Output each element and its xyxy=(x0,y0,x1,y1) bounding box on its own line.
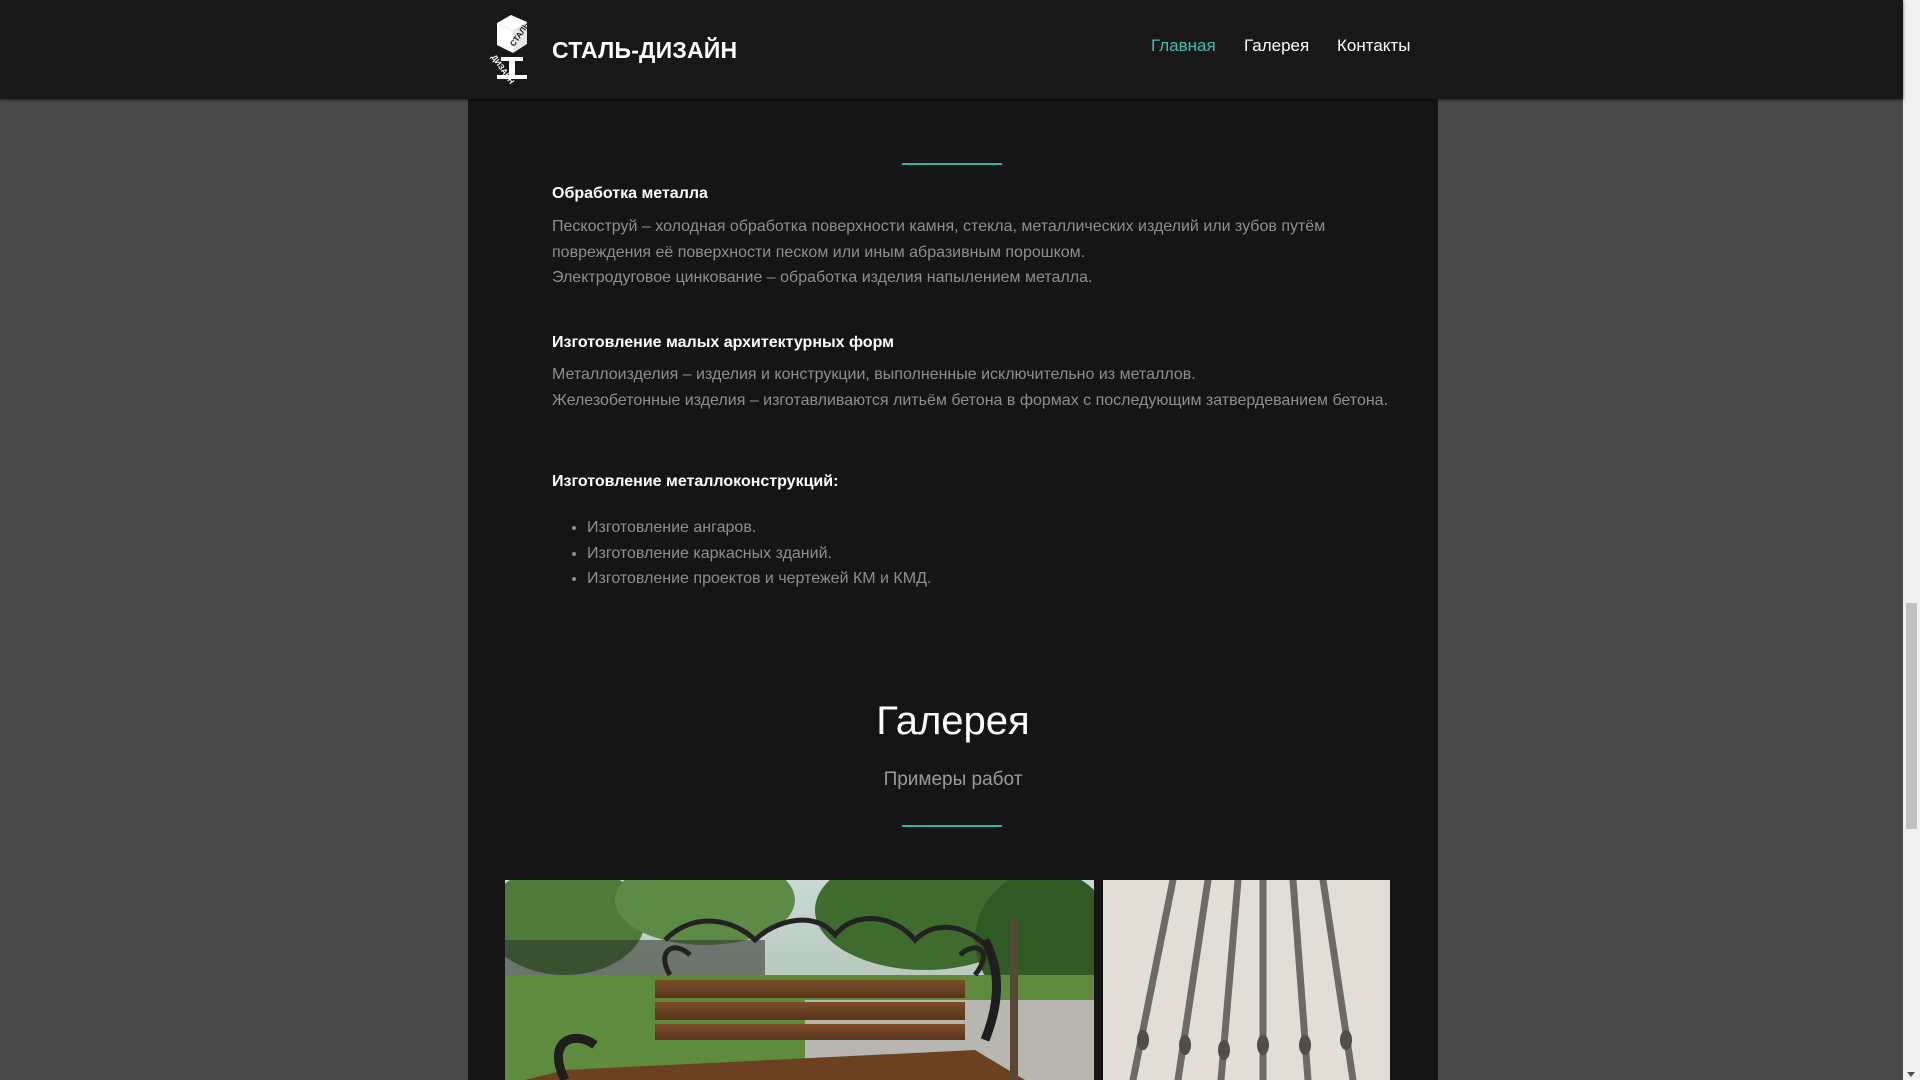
structures-list: Изготовление ангаров. Изготовление карка… xyxy=(552,515,931,592)
small-forms-heading: Изготовление малых архитектурных форм xyxy=(552,334,894,351)
text-line: Электродуговое цинкование – обработка из… xyxy=(552,269,1093,286)
metal-processing-text: Пескоструй – холодная обработка поверхно… xyxy=(552,214,1392,291)
list-item: Изготовление проектов и чертежей КМ и КМ… xyxy=(587,566,931,592)
page: СТАЛЬ ДИЗАЙН СТАЛЬ-ДИЗАЙН Главная Галере… xyxy=(0,0,1920,1080)
gallery-subtitle: Примеры работ xyxy=(883,769,1023,790)
page-scrollbar[interactable] xyxy=(1903,0,1920,1080)
gallery-photo-skewers[interactable] xyxy=(1103,880,1390,1080)
brand-name[interactable]: СТАЛЬ-ДИЗАЙН xyxy=(552,37,737,64)
text-line: Пескоструй – холодная обработка поверхно… xyxy=(552,218,1326,235)
text-line: повреждения её поверхности песком или ин… xyxy=(552,243,1086,261)
nav-contacts[interactable]: Контакты xyxy=(1337,36,1410,56)
list-item: Изготовление каркасных зданий. xyxy=(587,541,931,567)
text-line: Железобетонные изделия – изготавливаются… xyxy=(552,391,1389,409)
scrollbar-thumb[interactable] xyxy=(1906,603,1917,829)
nav-home[interactable]: Главная xyxy=(1151,36,1216,56)
gallery-photo-bench[interactable] xyxy=(505,880,1094,1080)
structures-heading: Изготовление металлоконструкций: xyxy=(552,473,839,490)
gallery-title: Галерея xyxy=(876,699,1030,743)
site-header: СТАЛЬ ДИЗАЙН СТАЛЬ-ДИЗАЙН Главная Галере… xyxy=(0,0,1903,99)
list-item: Изготовление ангаров. xyxy=(587,515,931,541)
logo-icon[interactable]: СТАЛЬ ДИЗАЙН xyxy=(483,13,539,87)
scroll-down-arrow-icon[interactable] xyxy=(1907,1072,1915,1077)
gallery-divider xyxy=(902,825,1002,827)
text-line: Металлоизделия – изделия и конструкции, … xyxy=(552,366,1196,383)
section-divider xyxy=(902,163,1002,165)
small-forms-text: Металлоизделия – изделия и конструкции, … xyxy=(552,362,1392,413)
nav-gallery[interactable]: Галерея xyxy=(1244,36,1309,56)
metal-processing-heading: Обработка металла xyxy=(552,185,708,202)
